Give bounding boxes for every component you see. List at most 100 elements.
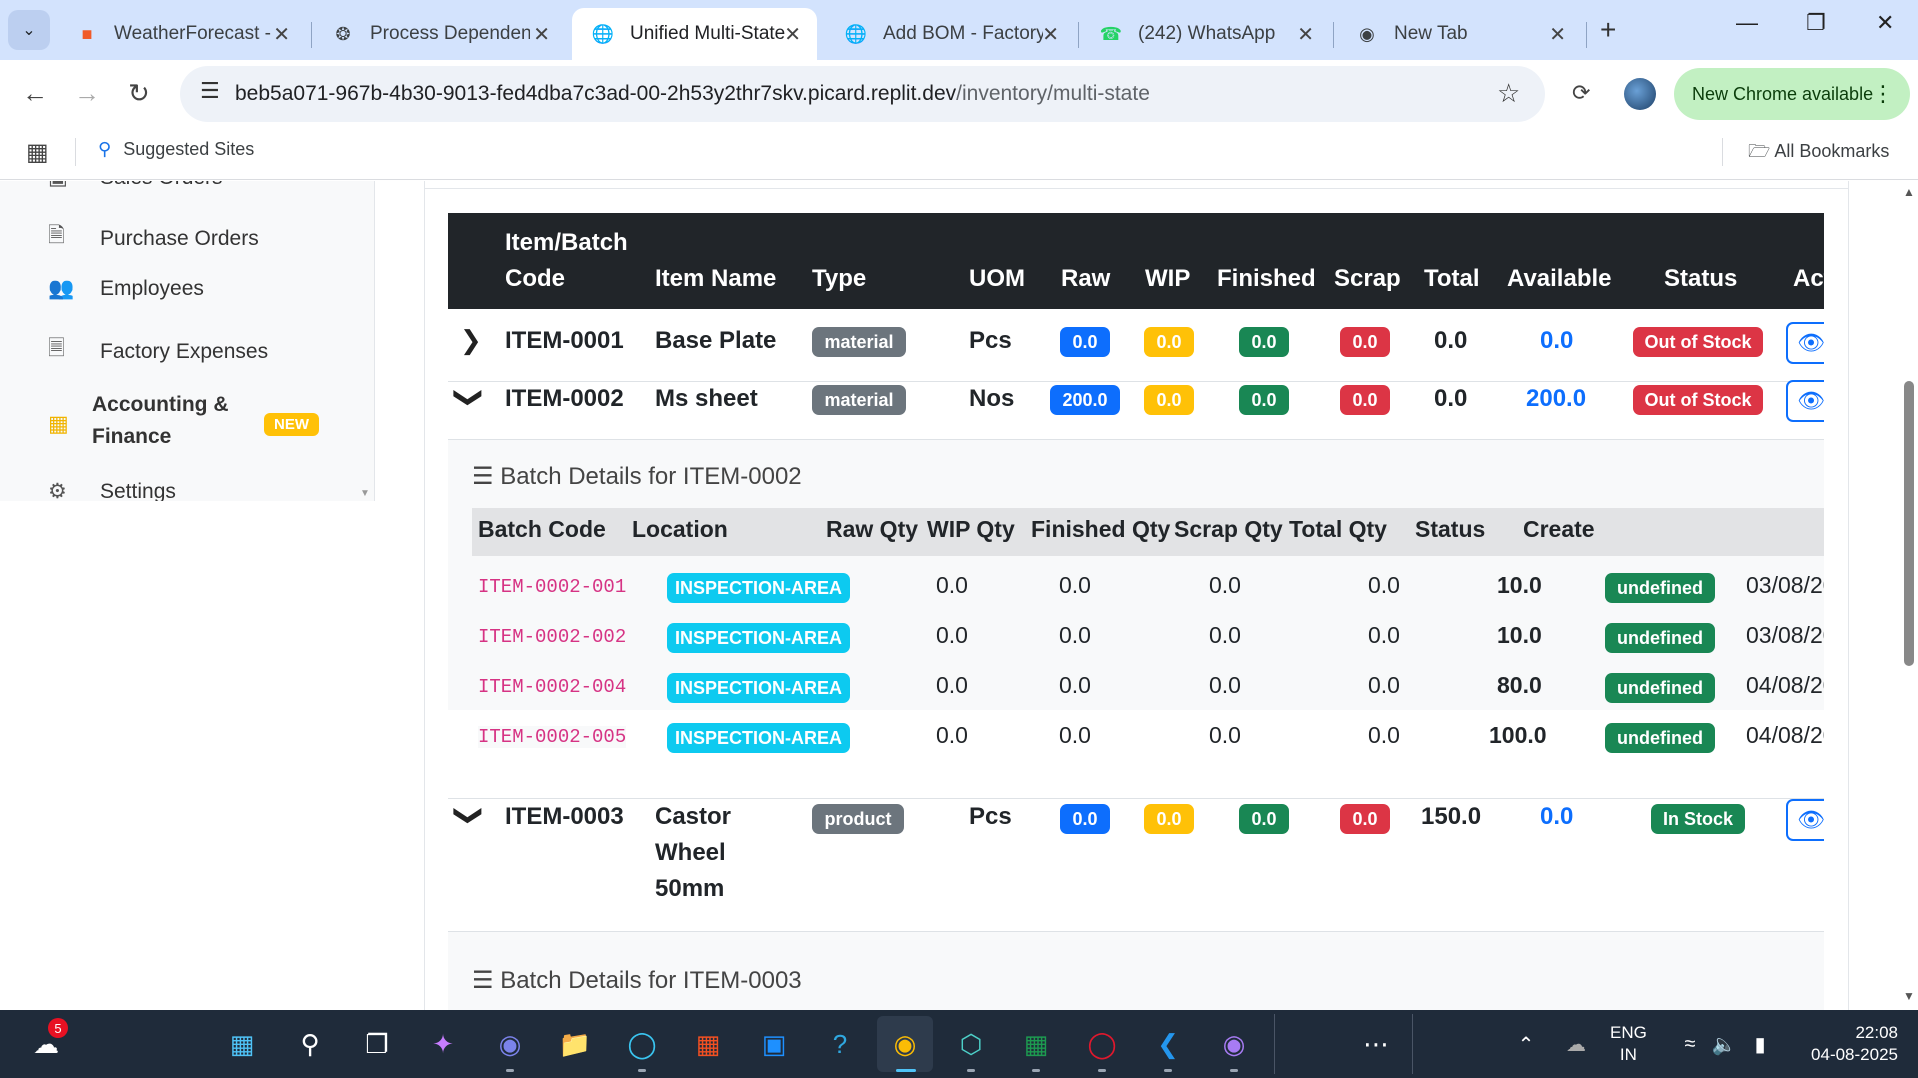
chevron-up-icon[interactable]: ⌃ <box>1506 1024 1546 1064</box>
language-indicator[interactable]: ENG IN <box>1610 1022 1647 1066</box>
opera-icon[interactable]: ◯ <box>1082 1024 1122 1064</box>
batch-code: ITEM-0002-002 <box>478 626 627 648</box>
view-button[interactable]: 👁 <box>1786 380 1824 422</box>
batch-raw: 0.0 <box>936 572 968 598</box>
status-badge: In Stock <box>1651 804 1745 834</box>
excel-icon[interactable]: ▦ <box>1016 1024 1056 1064</box>
batch-code: ITEM-0002-005 <box>478 726 627 748</box>
eye-icon: 👁 <box>1797 388 1824 413</box>
col-header-status: Status <box>1664 265 1738 292</box>
close-tab-icon[interactable]: ✕ <box>273 22 290 47</box>
onedrive-icon[interactable]: ☁ <box>1556 1024 1596 1064</box>
tab-weatherforecast[interactable]: ■ WeatherForecast - ✕ <box>56 8 306 60</box>
myhp-icon[interactable]: ▣ <box>754 1024 794 1064</box>
close-tab-icon[interactable]: ✕ <box>1042 22 1059 47</box>
bookmark-star-icon[interactable]: ☆ <box>1497 78 1520 109</box>
tab-process-dependency[interactable]: ❂ Process Dependen ✕ <box>312 8 566 60</box>
batch-raw: 0.0 <box>936 722 968 748</box>
tab-unified-multi-state[interactable]: 🌐 Unified Multi-State ✕ <box>572 8 817 60</box>
status-badge: Out of Stock <box>1633 385 1763 415</box>
vscode-icon[interactable]: ❮ <box>1148 1024 1188 1064</box>
windows-start-icon[interactable]: ▦ <box>222 1024 262 1064</box>
microsoft-store-icon[interactable]: ▦ <box>688 1024 728 1064</box>
tab-whatsapp[interactable]: ☎ (242) WhatsApp ✕ <box>1080 8 1330 60</box>
arrow-left-icon: ← <box>22 78 48 108</box>
close-tab-icon[interactable]: ✕ <box>1549 22 1566 47</box>
site-settings-icon[interactable]: ☰ <box>200 78 220 104</box>
tab-new-tab[interactable]: ◉ New Tab ✕ <box>1336 8 1582 60</box>
running-indicator <box>1230 1069 1238 1072</box>
total-qty: 0.0 <box>1434 385 1468 412</box>
col-header-name: Item Name <box>655 265 777 292</box>
scroll-down-icon[interactable]: ▼ <box>1903 989 1915 1003</box>
sidebar-item-settings[interactable]: ⚙ Settings <box>48 479 176 502</box>
status-badge: Out of Stock <box>1633 327 1763 357</box>
page-scrollbar[interactable]: ▲ ▼ <box>1900 181 1918 1010</box>
scroll-thumb[interactable] <box>1904 381 1914 666</box>
task-view-icon[interactable]: ❐ <box>357 1024 397 1064</box>
layers-icon: ☰ <box>472 463 494 490</box>
more-apps-icon[interactable]: ⋯ <box>1356 1024 1396 1064</box>
cursor-app-icon[interactable]: ⬡ <box>951 1024 991 1064</box>
more-vert-icon: ⋮ <box>1872 81 1894 106</box>
tab-search-button[interactable]: ⌄ <box>8 10 50 50</box>
close-tab-icon[interactable]: ✕ <box>1297 22 1314 47</box>
volume-icon[interactable]: 🔈 <box>1704 1024 1744 1064</box>
batch-col-code: Batch Code <box>478 516 606 542</box>
all-bookmarks-link[interactable]: 🗁 All Bookmarks <box>1748 139 1889 169</box>
forward-button[interactable]: → <box>74 78 100 109</box>
copilot-icon[interactable]: ✦ <box>423 1024 463 1064</box>
sidebar-scroll-down-icon[interactable]: ▼ <box>360 488 370 499</box>
batch-table-header: Batch Code Location Raw Qty WIP Qty Fini… <box>472 508 1824 556</box>
tab-divider <box>1586 22 1587 48</box>
help-icon[interactable]: ? <box>820 1024 860 1064</box>
sidebar-item-factory-expenses[interactable]: 🗏 Factory Expenses <box>48 334 268 369</box>
minimize-button[interactable]: — <box>1736 10 1758 36</box>
sidebar-item-purchase-orders[interactable]: 🗎 Purchase Orders <box>48 221 259 256</box>
search-icon[interactable]: ⚲ <box>290 1024 330 1064</box>
batch-status-badge: undefined <box>1605 673 1715 703</box>
sidebar-item-employees[interactable]: 👥 Employees <box>48 277 204 301</box>
back-button[interactable]: ← <box>22 78 48 109</box>
chevron-down-icon[interactable]: ❯ <box>453 804 486 827</box>
chevron-down-icon[interactable]: ❯ <box>453 386 486 409</box>
apps-grid-icon[interactable]: ▦ <box>26 138 49 167</box>
item-code: ITEM-0003 <box>505 803 624 830</box>
suggested-sites-link[interactable]: ⚲ Suggested Sites <box>98 139 254 160</box>
battery-icon[interactable]: ▮ <box>1740 1024 1780 1064</box>
file-explorer-icon[interactable]: 📁 <box>555 1024 595 1064</box>
github-desktop-icon[interactable]: ◉ <box>1214 1024 1254 1064</box>
col-header-uom: UOM <box>969 265 1025 292</box>
wip-qty-badge: 0.0 <box>1144 327 1194 357</box>
wip-qty-badge: 0.0 <box>1144 385 1194 415</box>
chrome-update-button[interactable]: New Chrome available ⋮ <box>1674 68 1910 120</box>
extension-icon[interactable]: ⟳ <box>1572 80 1590 106</box>
table-header: Item/Batch Code Item Name Type UOM Raw W… <box>448 213 1824 309</box>
scroll-up-icon[interactable]: ▲ <box>1903 185 1915 199</box>
new-tab-button[interactable]: + <box>1600 14 1616 46</box>
url-text[interactable]: beb5a071-967b-4b30-9013-fed4dba7c3ad-00-… <box>235 82 1150 106</box>
profile-avatar[interactable] <box>1624 78 1656 110</box>
clock[interactable]: 22:08 04-08-2025 <box>1794 1022 1898 1066</box>
view-button[interactable]: 👁 <box>1786 799 1824 841</box>
chrome-taskbar-icon[interactable]: ◉ <box>885 1024 925 1064</box>
view-button[interactable]: 👁 <box>1786 322 1824 364</box>
tab-add-bom[interactable]: 🌐 Add BOM - Factory ✕ <box>825 8 1075 60</box>
item-name: Castor <box>655 803 732 830</box>
finished-qty-badge: 0.0 <box>1239 327 1289 357</box>
batch-scrap: 0.0 <box>1368 722 1400 748</box>
close-tab-icon[interactable]: ✕ <box>784 22 801 47</box>
close-window-button[interactable]: ✕ <box>1876 10 1894 36</box>
bookmark-divider <box>75 138 76 166</box>
chevron-right-icon[interactable]: ❯ <box>460 325 482 356</box>
weather-alert-badge: 5 <box>48 1018 68 1038</box>
col-header-raw: Raw <box>1061 265 1111 292</box>
close-tab-icon[interactable]: ✕ <box>533 22 550 47</box>
batch-finished: 0.0 <box>1209 622 1241 648</box>
teams-icon[interactable]: ◉ <box>490 1024 530 1064</box>
edge-icon[interactable]: ◯ <box>622 1024 662 1064</box>
reload-button[interactable]: ↻ <box>128 78 150 109</box>
sidebar-item-sales-orders[interactable]: ▣Sales Orders <box>48 181 223 190</box>
restore-button[interactable]: ❐ <box>1806 10 1826 36</box>
batch-scrap: 0.0 <box>1368 572 1400 598</box>
